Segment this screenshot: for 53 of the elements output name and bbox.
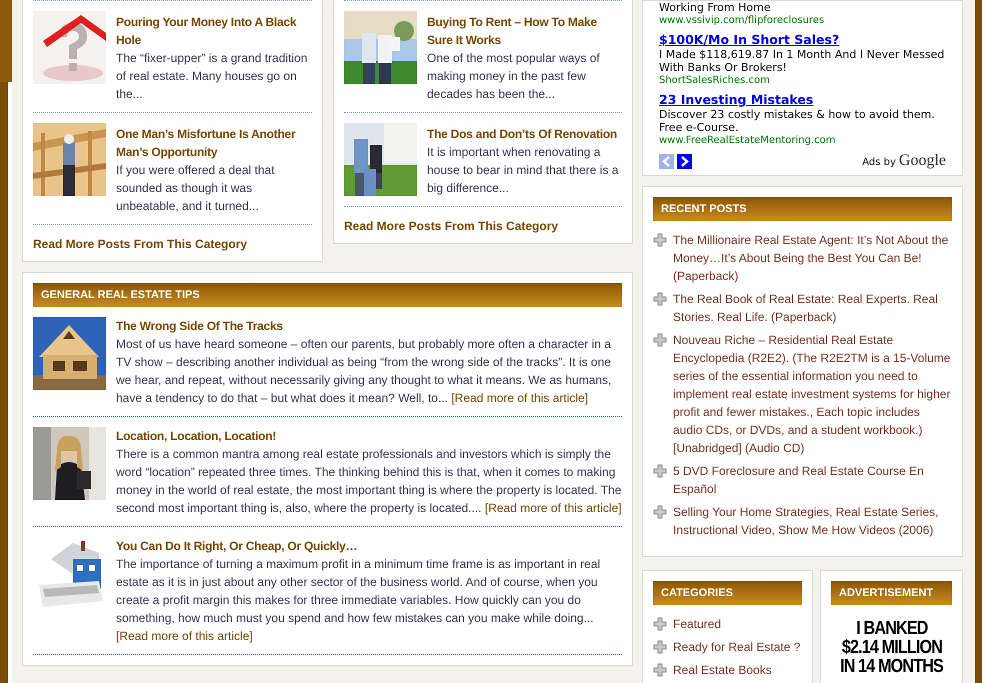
post-excerpt: One of the most popular ways of making money in the past few decades has been the... [427,50,601,103]
ad-text: Working From Home [659,1,772,14]
plus-icon [653,233,667,247]
plus-icon [653,333,667,347]
brand-logo[interactable]: Google [898,152,946,170]
post-excerpt: Most of us have heard someone – often our parents, but probably more often a character in a TV show – describing another individual as being “from the wrong side of the tracks”. It is one we hear, and repeat, without necessarily giving any thought to what it means. We as humans, have a tendency to do that – but what does it mean? Well, to... [Read more of this article] [116,336,612,407]
ad-url[interactable]: www.vssivip.com/flipforeclosures [659,14,946,27]
category-link[interactable]: Real Estate Books [673,661,772,679]
section-header: ADVERTISEMENT [831,581,952,605]
post-title-link[interactable]: Pouring Your Money Into A Black Hole [116,13,312,49]
banner-text[interactable]: IN 14 MONTHS [840,657,943,676]
category-link[interactable]: Ready for Real Estate ? [673,638,800,656]
banner-text[interactable]: $2.14 MILLION [841,638,942,657]
ad-url[interactable]: www.FreeRealEstateMentoring.com [659,134,946,147]
read-more-link[interactable]: [Read more of this article] [116,629,253,643]
plus-icon [653,663,667,677]
plus-icon [653,617,667,631]
ad-title-link[interactable]: 23 Investing Mistakes [659,92,946,108]
banner-text[interactable]: I BANKED [856,619,928,638]
ad-url[interactable]: ShortSalesRiches.com [659,74,946,87]
plus-icon [653,640,667,654]
category-link[interactable]: Featured [673,615,722,633]
recent-post-link[interactable]: Selling Your Home Strategies, Real Estate Series, Instructional Video, Show Me How Videos (2006) [673,503,952,539]
recent-post-link[interactable]: 5 DVD Foreclosure and Real Estate Course En Español [673,462,952,498]
ad-title-link[interactable]: $100K/Mo In Short Sales? [659,32,946,48]
post-excerpt: There is a common mantra among real estate professionals and investors which is simply the word “location” repeated three times. The thinking behind this is that, when it comes to making money in the world of real estate, the most important thing is where the property is located. The second most important thing is, also, where the property is located.... [Read more of this article] [116,446,622,517]
post-excerpt: The “fixer-upper” is a grand tradition of real estate. Many houses go on the... [116,50,308,103]
read-more-link[interactable]: Read More Posts From This Category [33,224,312,251]
post-title-link[interactable]: Buying To Rent – How To Make Sure It Works [427,13,622,49]
recent-post-link[interactable]: The Real Book of Real Estate: Real Experts. Real Stories. Real Life. (Paperback) [673,290,952,326]
post-title-link[interactable]: Location, Location, Location! [116,427,622,445]
post-excerpt: It is important when renovating a house to bear in mind that there is a big difference... [427,144,620,197]
read-more-link[interactable]: Read More Posts From This Category [344,206,622,233]
ad-text: I Made $118,619.87 In 1 Month And I Never Messed With Banks Or Brokers! [659,48,946,74]
post-excerpt: The importance of turning a maximum profit in a minimum time frame is as important in real estate as it is in just about any other sector of the business world. And of course, when you create a profit margin this makes for three immediate variables. How quickly can you do something, how much must you spend and how few mistakes can you make while doing... [Read more of this article] [116,556,602,645]
recent-post-link[interactable]: The Millionaire Real Estate Agent: It’s Not About the Money…It’s About Being the Best You Can Be! (Paperback) [673,231,952,285]
plus-icon [653,292,667,306]
post-title-link[interactable]: The Dos and Don’ts Of Renovation [427,125,622,143]
recent-post-link[interactable]: Nouveau Riche – Residential Real Estate Encyclopedia (R2E2). (The R2E2TM is a 15-Volume series of the essential information you need to implement real estate investment systems for higher profit and fewer mistakes., Each topic includes audio CDs, or DVDs, and a student workbook.) [Unabridged] (Audio CD) [673,331,952,457]
post-title-link[interactable]: One Man’s Misfortune Is Another Man’s Opportunity [116,125,312,161]
ad-text: Discover 23 costly mistakes & how to avoid them. Free e-Course. [659,108,936,134]
next-button[interactable] [677,154,692,168]
post-title-link[interactable]: You Can Do It Right, Or Cheap, Or Quickly… [116,537,622,555]
plus-icon [653,505,667,519]
read-more-link[interactable]: [Read more of this article] [484,501,622,515]
read-more-link[interactable]: [Read more of this article] [451,391,588,405]
section-header: GENERAL REAL ESTATE TIPS [33,283,622,307]
post-title-link[interactable]: The Wrong Side Of The Tracks [116,317,622,335]
ads-by-label: Ads by [862,157,896,168]
section-header: RECENT POSTS [653,197,952,221]
plus-icon [653,464,667,478]
section-header: CATEGORIES [653,581,802,605]
post-excerpt: If you were offered a deal that sounded as though it was unbeatable, and it turned... [116,162,276,215]
